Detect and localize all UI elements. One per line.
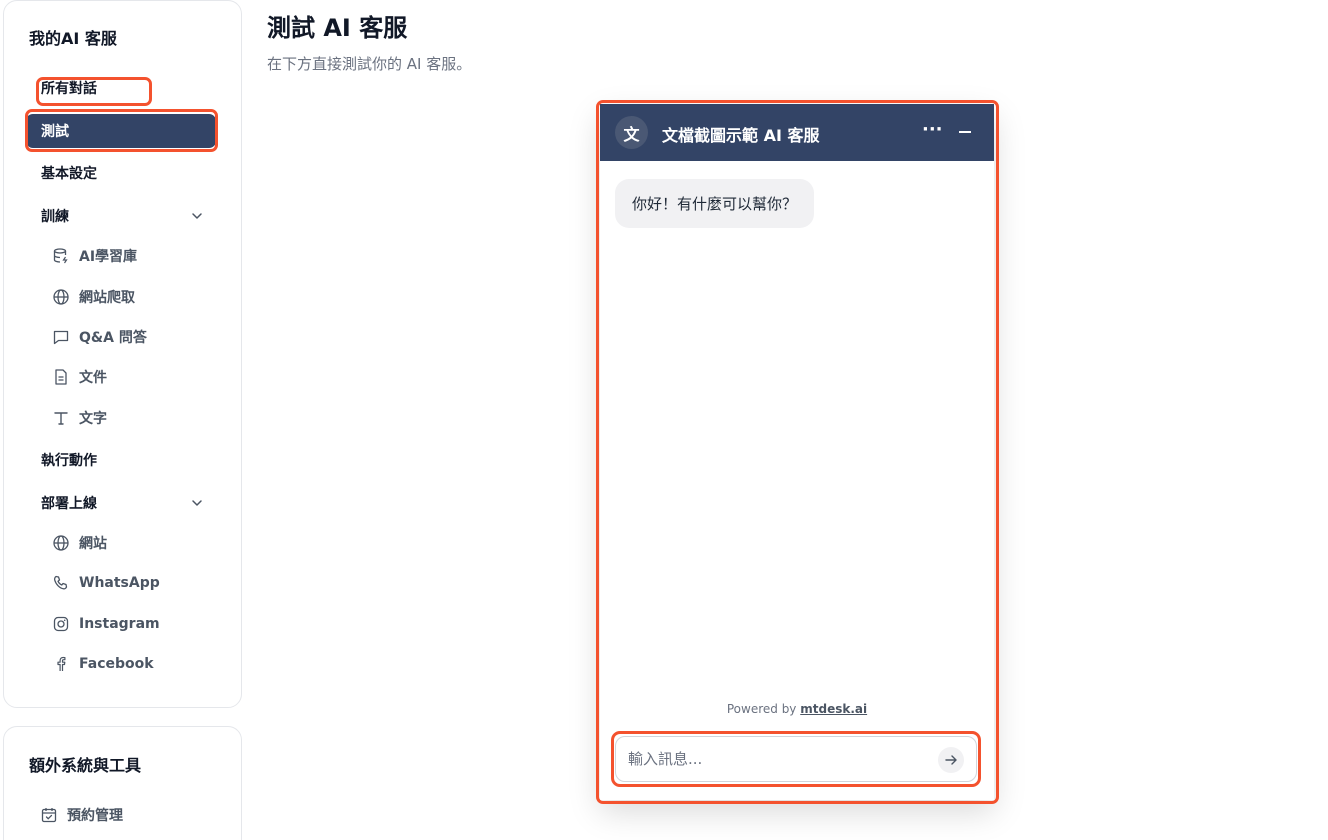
bot-message-text: 你好！有什麼可以幫你？ bbox=[632, 195, 798, 213]
file-text-icon bbox=[55, 369, 67, 385]
message-input-wrapper bbox=[615, 736, 977, 782]
sidebar-item-label: Facebook bbox=[79, 656, 154, 672]
sidebar-item-test[interactable]: 測試 bbox=[26, 114, 216, 148]
avatar: 文 bbox=[615, 116, 648, 149]
more-options-icon[interactable]: ··· bbox=[922, 120, 943, 140]
sidebar-item-label: 網站 bbox=[79, 536, 107, 552]
chat-header: 文 文檔截圖示範 AI 客服 ··· bbox=[600, 104, 994, 161]
sidebar-item-documents[interactable]: 文件 bbox=[52, 362, 107, 392]
page-subtitle: 在下方直接測試你的 AI 客服。 bbox=[267, 55, 472, 73]
powered-by-prefix: Powered by bbox=[726, 702, 797, 716]
database-icon bbox=[53, 248, 68, 264]
globe-icon bbox=[53, 289, 69, 305]
sidebar-item-facebook[interactable]: Facebook bbox=[52, 649, 154, 679]
sidebar-item-deploy[interactable]: 部署上線 bbox=[26, 486, 216, 520]
minimize-icon[interactable] bbox=[958, 122, 972, 142]
extra-tools-title: 額外系統與工具 bbox=[29, 756, 142, 775]
sidebar-item-basic-settings[interactable]: 基本設定 bbox=[26, 156, 216, 190]
chevron-down-icon[interactable] bbox=[190, 209, 204, 223]
sidebar-item-label: 預約管理 bbox=[67, 808, 123, 824]
globe-icon bbox=[53, 535, 69, 551]
sidebar-title: 我的AI 客服 bbox=[29, 29, 117, 48]
calendar-check-icon bbox=[41, 808, 57, 823]
sidebar-item-ai-library[interactable]: AI學習庫 bbox=[52, 241, 137, 271]
sidebar-item-label: AI學習庫 bbox=[79, 249, 138, 265]
sidebar-item-label: 文字 bbox=[79, 411, 107, 427]
sidebar-item-label: 執行動作 bbox=[41, 453, 97, 469]
sidebar-item-label: 所有對話 bbox=[41, 81, 97, 97]
sidebar-item-text[interactable]: 文字 bbox=[52, 403, 107, 433]
sidebar-item-web-crawl[interactable]: 網站爬取 bbox=[52, 282, 135, 312]
sidebar-item-website[interactable]: 網站 bbox=[52, 528, 107, 558]
sidebar-item-qa[interactable]: Q&A 問答 bbox=[52, 322, 147, 352]
extra-tools-card: 額外系統與工具 預約管理 bbox=[3, 726, 242, 840]
page-title: 測試 AI 客服 bbox=[267, 14, 408, 42]
type-icon bbox=[54, 412, 68, 425]
send-button[interactable] bbox=[938, 747, 964, 773]
powered-by-link[interactable]: mtdesk.ai bbox=[800, 702, 867, 716]
facebook-icon bbox=[57, 656, 66, 671]
sidebar-item-label: 網站爬取 bbox=[79, 290, 135, 306]
sidebar-item-label: 部署上線 bbox=[41, 496, 97, 512]
sidebar-item-label: 文件 bbox=[79, 370, 107, 386]
sidebar-card: 我的AI 客服 所有對話 測試 基本設定 訓練 AI學習庫 網站爬取 Q&A 問… bbox=[3, 0, 242, 708]
phone-icon bbox=[54, 575, 68, 590]
sidebar-item-training[interactable]: 訓練 bbox=[26, 199, 216, 233]
sidebar-item-label: 測試 bbox=[41, 124, 69, 140]
arrow-right-icon bbox=[945, 755, 957, 765]
powered-by: Powered by mtdesk.ai bbox=[600, 702, 994, 716]
sidebar-item-label: Q&A 問答 bbox=[79, 330, 147, 346]
sidebar-item-actions[interactable]: 執行動作 bbox=[26, 443, 216, 477]
sidebar-item-label: 訓練 bbox=[41, 209, 69, 225]
sidebar-item-instagram[interactable]: Instagram bbox=[52, 609, 160, 639]
sidebar-item-whatsapp[interactable]: WhatsApp bbox=[52, 568, 160, 598]
sidebar-item-label: 基本設定 bbox=[41, 166, 97, 182]
sidebar-item-label: WhatsApp bbox=[79, 575, 160, 591]
sidebar-item-label: Instagram bbox=[79, 616, 160, 632]
sidebar-item-all-conversations[interactable]: 所有對話 bbox=[26, 71, 216, 105]
sidebar-item-booking[interactable]: 預約管理 bbox=[40, 800, 123, 830]
message-square-icon bbox=[53, 330, 69, 345]
chat-title: 文檔截圖示範 AI 客服 bbox=[662, 126, 820, 145]
chevron-down-icon[interactable] bbox=[190, 496, 204, 510]
chat-widget: 文 文檔截圖示範 AI 客服 ··· 你好！有什麼可以幫你？ Powered b… bbox=[600, 104, 994, 800]
message-input[interactable] bbox=[628, 747, 928, 771]
bot-message: 你好！有什麼可以幫你？ bbox=[615, 179, 815, 228]
instagram-icon bbox=[53, 616, 69, 632]
